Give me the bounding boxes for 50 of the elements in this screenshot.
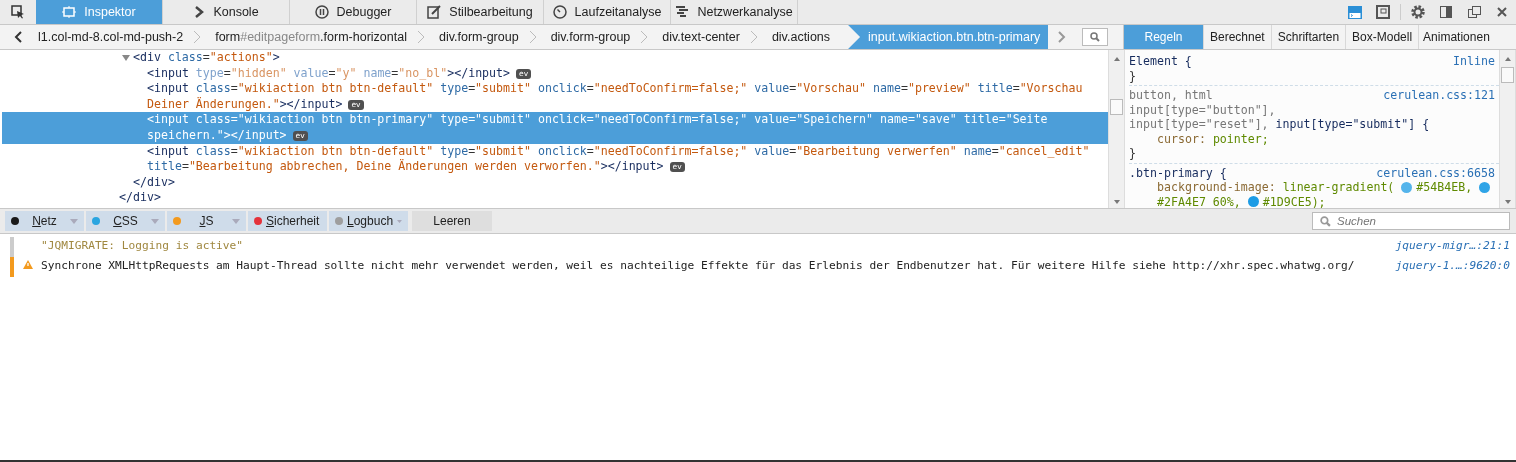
css-value: #2FA4E7 60%, bbox=[1157, 194, 1241, 208]
css-selector: Element { bbox=[1129, 54, 1192, 69]
markup-code: </div> bbox=[133, 174, 176, 191]
toolbox-tab[interactable]: Stilbearbeitung bbox=[417, 0, 544, 24]
breadcrumb[interactable]: form#editpageform.form-horizontal bbox=[209, 25, 415, 49]
css-value: pointer; bbox=[1212, 131, 1269, 146]
toolbox-tab[interactable]: Debugger bbox=[290, 0, 417, 24]
breadcrumb[interactable]: div.form-group bbox=[432, 25, 527, 49]
sidebar-tab[interactable]: Animationen bbox=[1419, 25, 1493, 49]
source-link[interactable]: jquery-1.…:9620:0 bbox=[1395, 257, 1510, 273]
source-link[interactable]: jquery-migr…:21:1 bbox=[1395, 237, 1510, 253]
console-message: Synchrone XMLHttpRequests am Haupt-Thread sollte nicht mehr verwendet werden, weil es nachteilige Effekte für das Erlebnis der Endbenutzer hat. Für weitere Hilfe siehe http://xhr.spec.whatwg.org/ bbox=[41, 258, 1356, 274]
filter-button[interactable]: Logbuch bbox=[329, 211, 408, 231]
breadcrumb[interactable]: l1.col-md-8.col-md-push-2 bbox=[32, 25, 192, 49]
css-selector: input[type="submit"] { bbox=[1275, 117, 1430, 132]
css-selector: .btn-primary { bbox=[1129, 165, 1227, 180]
breadcrumb[interactable]: div.actions bbox=[765, 25, 839, 49]
console-message: "JQMIGRATE: Logging is active" bbox=[41, 238, 245, 254]
toolbox-tab[interactable]: Konsole bbox=[163, 0, 290, 24]
filter-button[interactable]: CSS bbox=[86, 211, 165, 231]
toolbox-tab[interactable]: Netzwerkanalyse bbox=[671, 0, 798, 24]
clear-button[interactable]: Leeren bbox=[412, 211, 492, 231]
css-selector: input[type="button"], bbox=[1129, 102, 1276, 117]
css-brace: } bbox=[1129, 68, 1136, 83]
source-link[interactable]: cerulean.css:121 bbox=[1383, 88, 1499, 103]
css-value: #1D9CE5); bbox=[1262, 194, 1326, 208]
toolbox-tab[interactable]: Laufzeitanalyse bbox=[544, 0, 671, 24]
markup-code: </div> bbox=[119, 190, 162, 206]
css-selector: button, html bbox=[1129, 88, 1213, 103]
filter-button[interactable]: Netz bbox=[5, 211, 84, 231]
css-property: cursor: bbox=[1157, 131, 1206, 146]
search-field[interactable]: Suchen bbox=[1312, 212, 1510, 230]
source-link[interactable]: Inline bbox=[1453, 54, 1499, 69]
css-brace: } bbox=[1129, 146, 1136, 161]
source-link[interactable]: cerulean.css:6658 bbox=[1376, 165, 1499, 180]
markup-row[interactable]: </div> bbox=[2, 174, 1108, 191]
markup-row[interactable]: </div> bbox=[2, 190, 1108, 206]
sidebar-tab[interactable]: Berechnet bbox=[1204, 25, 1272, 49]
breadcrumb[interactable]: div.form-group bbox=[544, 25, 639, 49]
filter-button[interactable]: JS bbox=[167, 211, 246, 231]
breadcrumb[interactable]: div.text-center bbox=[656, 25, 748, 49]
css-value: #54B4EB, bbox=[1416, 180, 1473, 195]
markup-row[interactable]: <div class="actions"> bbox=[2, 50, 1108, 66]
css-property: background-image: bbox=[1157, 180, 1276, 195]
css-selector: input[type="reset"], bbox=[1129, 117, 1269, 132]
filter-button[interactable]: Sicherheit bbox=[248, 211, 327, 231]
markup-code: <div class="actions"> bbox=[133, 50, 281, 66]
sidebar-tab[interactable]: Box-Modell bbox=[1346, 25, 1420, 49]
sidebar-tab[interactable]: Schriftarten bbox=[1271, 25, 1347, 49]
css-value: linear-gradient( bbox=[1282, 180, 1395, 195]
